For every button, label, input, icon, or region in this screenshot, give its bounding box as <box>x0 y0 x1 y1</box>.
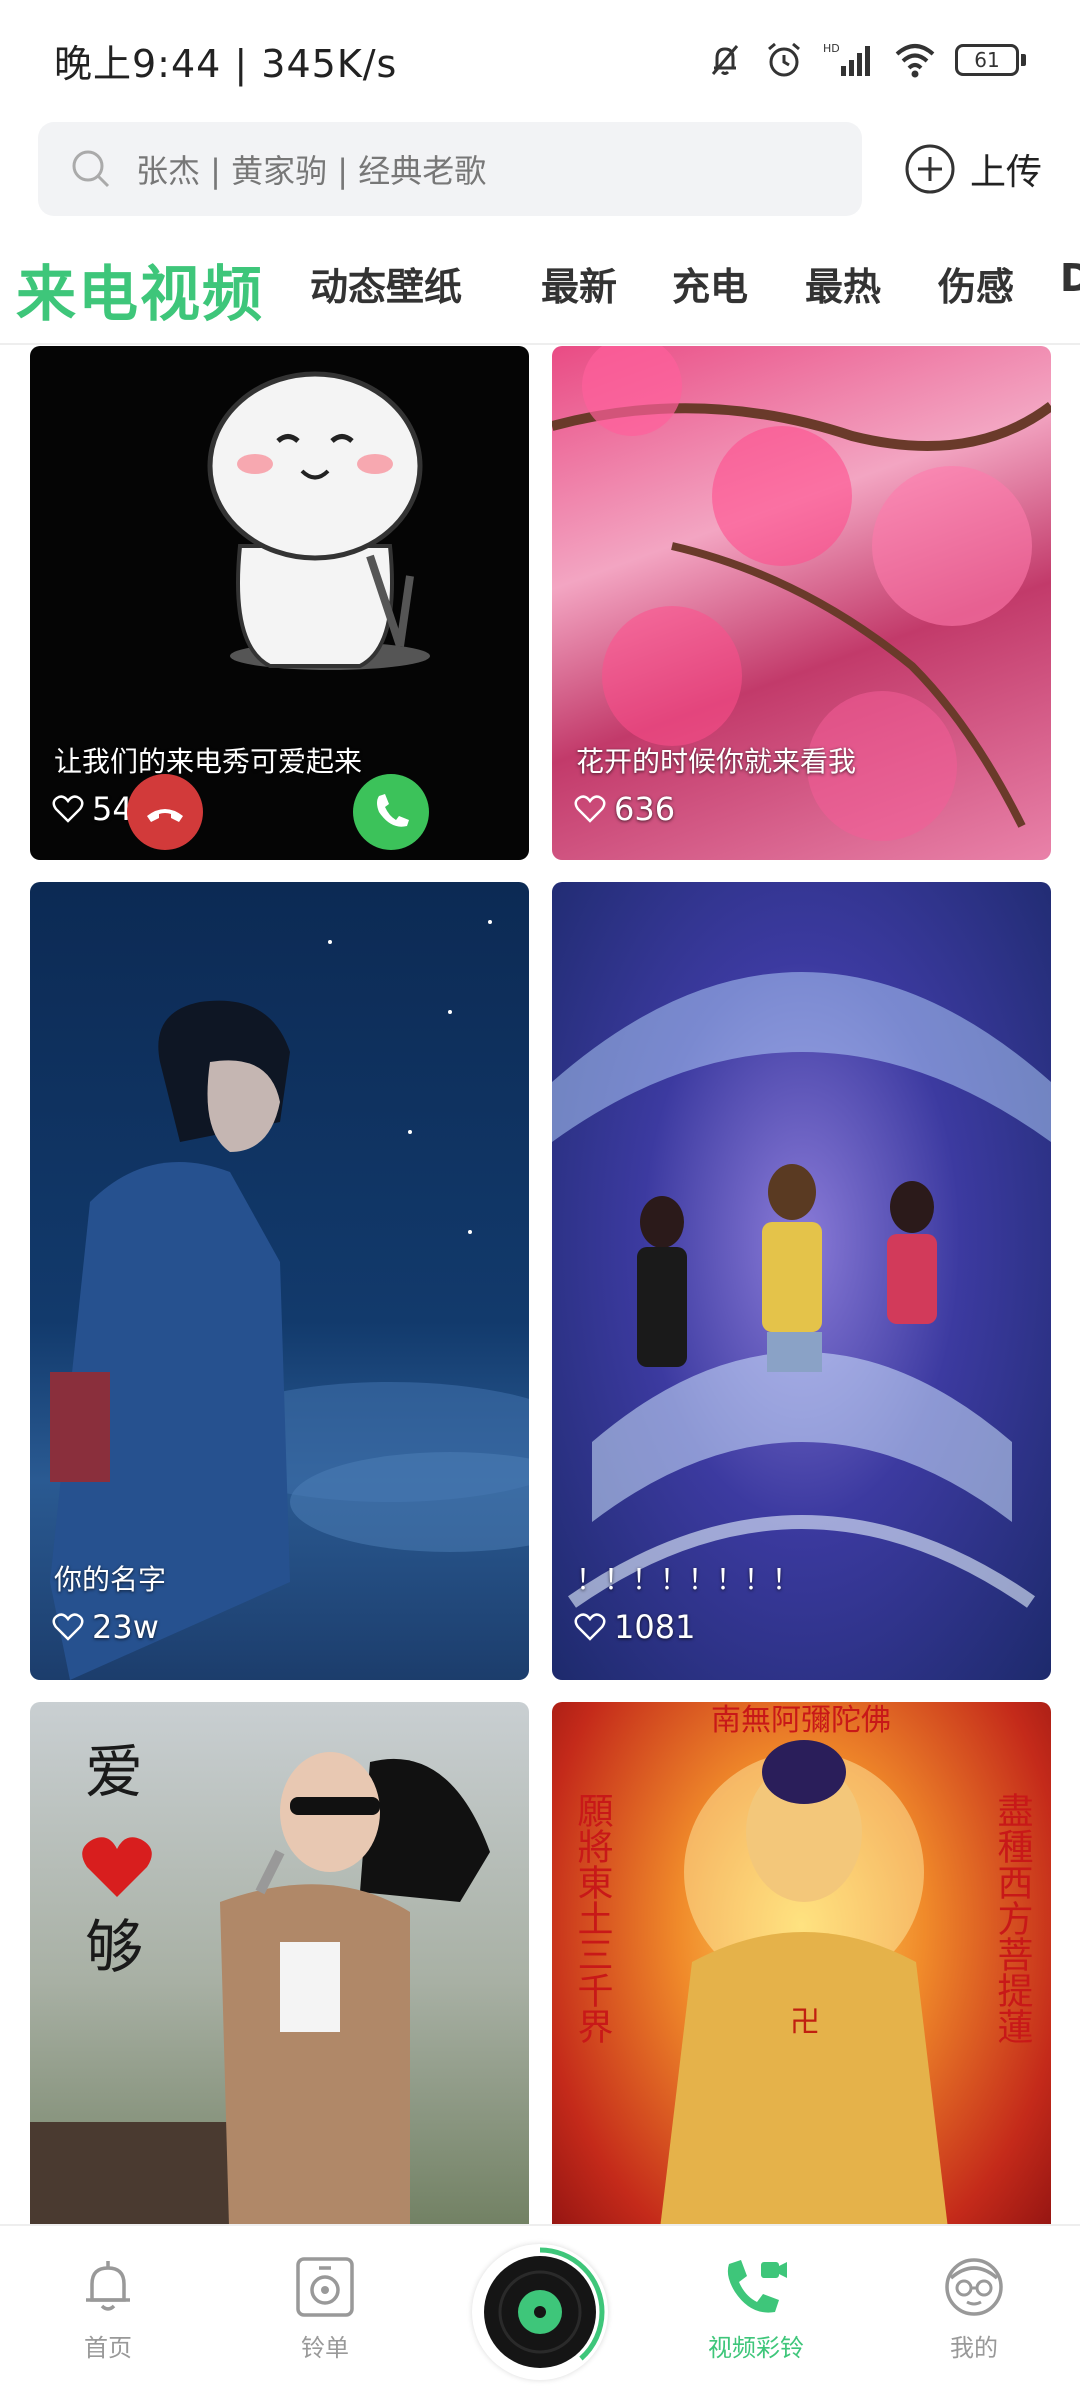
nav-mine[interactable]: 我的 <box>904 2256 1044 2363</box>
upload-label: 上传 <box>969 152 1042 193</box>
svg-text:卍: 卍 <box>790 2005 820 2040</box>
battery-indicator: 61 <box>955 44 1026 76</box>
overlay-right-text: 盡種西方菩提蓮 <box>992 1792 1033 2044</box>
search-placeholder: 张杰 | 黄家驹 | 经典老歌 <box>136 152 487 190</box>
video-card[interactable]: 让我们的来电秀可爱起来 5489 <box>30 346 529 860</box>
wifi-icon <box>895 44 935 78</box>
now-playing-disc[interactable] <box>472 2244 608 2380</box>
like-count: 23w <box>92 1608 159 1646</box>
blossom-thumbnail <box>552 346 1051 841</box>
search-input[interactable]: 张杰 | 黄家驹 | 经典老歌 <box>38 122 862 216</box>
vinyl-record-icon <box>475 2247 605 2377</box>
tab-newest[interactable]: 最新 <box>541 256 617 311</box>
card-likes: 1081 <box>574 1608 695 1646</box>
status-time: 晚上9:44 | 345K/s <box>54 41 398 86</box>
video-card[interactable]: 你的名字 23w <box>30 882 529 1680</box>
mute-bell-icon <box>711 45 739 75</box>
nav-mine-label: 我的 <box>950 2334 998 2362</box>
bottom-navigation: 首页 铃单 视频彩铃 我的 <box>0 2224 1080 2400</box>
category-tabs: 来电视频 动态壁纸 最新 充电 最热 伤感 D <box>0 232 1080 332</box>
heart-icon <box>574 1613 606 1641</box>
nav-ringlist-label: 铃单 <box>301 2334 349 2362</box>
tab-incoming-call-video[interactable]: 来电视频 <box>16 246 264 332</box>
video-card[interactable]: 南無阿彌陀佛 願將東土三千界 盡種西方菩提蓮 卍 <box>552 1702 1051 2226</box>
video-card[interactable]: ！！！！！！！！ 1081 <box>552 882 1051 1680</box>
nav-video-ringtone[interactable]: 视频彩铃 <box>686 2256 826 2363</box>
speaker-box-icon <box>296 2257 354 2317</box>
upload-button[interactable]: 上传 <box>904 143 1042 195</box>
overlay-left-text: 願將東土三千界 <box>572 1792 614 2044</box>
nav-home-label: 首页 <box>84 2334 132 2362</box>
video-call-icon <box>727 2260 787 2313</box>
tab-live-wallpaper[interactable]: 动态壁纸 <box>310 256 462 311</box>
decline-call-icon <box>127 774 203 850</box>
status-icons: HD 61 <box>705 39 1026 81</box>
overlay-enough-text: 够 <box>85 1913 143 1981</box>
card-likes: 23w <box>52 1608 159 1646</box>
nav-home[interactable]: 首页 <box>38 2256 178 2363</box>
tab-more[interactable]: D <box>1060 256 1080 300</box>
video-card[interactable]: 爱 够 <box>30 1702 529 2226</box>
overlay-love-text: 爱 <box>85 1738 143 1806</box>
cellular-signal-icon: HD <box>823 42 870 76</box>
tab-sad[interactable]: 伤感 <box>938 256 1014 311</box>
battery-level: 61 <box>955 44 1019 76</box>
card-title: 花开的时候你就来看我 <box>576 745 857 778</box>
like-count: 1081 <box>614 1608 696 1646</box>
bell-icon <box>86 2261 130 2311</box>
nav-ringlist[interactable]: 铃单 <box>255 2256 395 2363</box>
video-card[interactable]: 花开的时候你就来看我 636 <box>552 346 1051 860</box>
heart-icon <box>52 1613 84 1641</box>
card-likes: 636 <box>574 790 675 828</box>
heart-icon <box>574 795 606 823</box>
tabs-divider <box>0 343 1080 345</box>
like-count: 636 <box>614 790 676 828</box>
status-bar: 晚上9:44 | 345K/s HD 61 <box>0 0 1080 120</box>
buddha-thumbnail: 南無阿彌陀佛 願將東土三千界 盡種西方菩提蓮 卍 <box>572 1703 1033 2226</box>
card-title: 你的名字 <box>54 1563 167 1596</box>
card-title: 让我们的来电秀可爱起来 <box>54 745 363 778</box>
nav-video-ringtone-label: 视频彩铃 <box>708 2334 804 2362</box>
svg-text:HD: HD <box>823 42 840 55</box>
answer-call-icon <box>353 774 429 850</box>
singer-thumbnail: 爱 够 <box>30 1738 490 2226</box>
alarm-clock-icon <box>768 42 800 77</box>
tab-charging[interactable]: 充电 <box>672 256 748 311</box>
tab-hottest[interactable]: 最热 <box>805 256 881 311</box>
card-title: ！！！！！！！！ <box>576 1563 801 1596</box>
cute-character-thumbnail <box>207 371 430 670</box>
video-grid: 让我们的来电秀可爱起来 5489 花开的时候你就来看我 636 <box>30 346 1052 2226</box>
search-icon <box>72 150 110 188</box>
profile-face-icon <box>945 2258 1003 2316</box>
heart-icon <box>52 795 84 823</box>
overlay-top-text: 南無阿彌陀佛 <box>711 1703 891 1738</box>
plus-circle-icon <box>905 144 955 194</box>
search-row: 张杰 | 黄家驹 | 经典老歌 上传 <box>0 122 1080 216</box>
